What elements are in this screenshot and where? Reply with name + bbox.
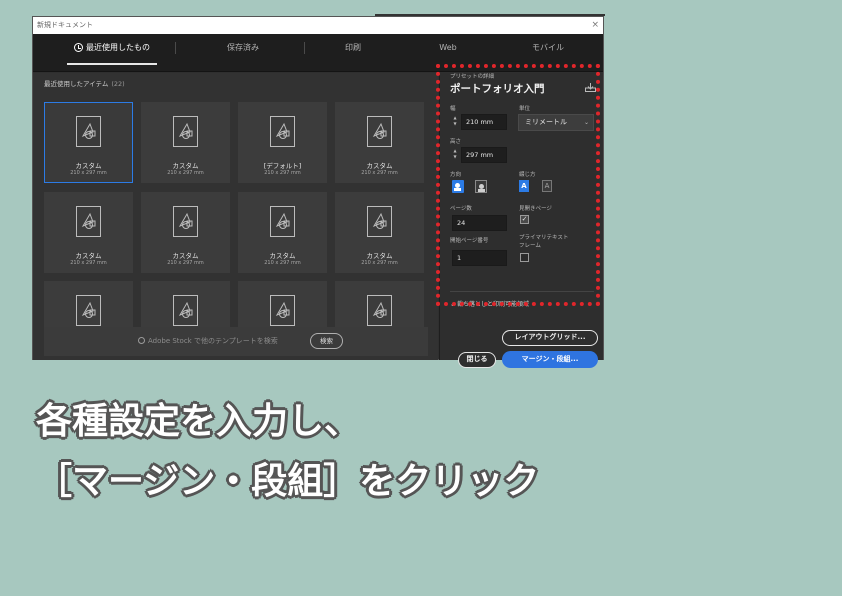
caption-line-2: ［マージン・段組］をクリック <box>36 461 540 502</box>
title-bar: 新規ドキュメント × <box>33 17 603 34</box>
preset-card[interactable] <box>141 281 230 331</box>
tab-recent[interactable]: 最近使用したもの <box>67 34 157 72</box>
preset-card-name: カスタム <box>366 252 393 260</box>
tab-divider <box>304 42 305 54</box>
window-title: 新規ドキュメント <box>37 21 93 29</box>
preset-card[interactable] <box>238 281 327 331</box>
preset-card[interactable]: カスタム 210 x 297 mm <box>44 192 133 273</box>
preset-card[interactable]: カスタム 210 x 297 mm <box>141 192 230 273</box>
search-button[interactable]: 検索 <box>310 333 343 349</box>
recent-heading-text: 最近使用したアイテム <box>44 80 109 88</box>
recent-count: (22) <box>111 80 125 88</box>
preset-card-name: [デフォルト] <box>263 162 302 170</box>
preset-card-size: 210 x 297 mm <box>361 260 398 266</box>
document-icon <box>173 295 198 326</box>
preset-card[interactable] <box>44 281 133 331</box>
caption-line-1: 各種設定を入力し、 <box>36 401 361 442</box>
preset-card[interactable]: カスタム 210 x 297 mm <box>141 102 230 183</box>
preset-card-size: 210 x 297 mm <box>361 170 398 176</box>
preset-card[interactable]: カスタム 210 x 297 mm <box>44 102 133 183</box>
document-icon <box>367 116 392 147</box>
preset-card-name: カスタム <box>366 162 393 170</box>
stock-search-bar: Adobe Stock で他のテンプレートを検索 検索 <box>44 327 428 356</box>
document-icon <box>367 206 392 237</box>
document-icon <box>76 116 101 147</box>
document-icon <box>270 206 295 237</box>
preset-card-name: カスタム <box>75 252 102 260</box>
layout-grid-button[interactable]: レイアウトグリッド... <box>502 330 598 346</box>
close-button[interactable]: 閉じる <box>458 352 496 368</box>
document-icon <box>173 116 198 147</box>
clock-icon <box>74 43 83 52</box>
document-icon <box>76 295 101 326</box>
preset-card-size: 210 x 297 mm <box>70 170 107 176</box>
preset-card-name: カスタム <box>269 252 296 260</box>
new-document-dialog: 新規ドキュメント × 最近使用したもの 保存済み 印刷 Web モバイル 最近使… <box>32 16 604 368</box>
tab-recent-label: 最近使用したもの <box>86 43 150 52</box>
search-text-label: Adobe Stock で他のテンプレートを検索 <box>148 337 278 345</box>
preset-card-name: カスタム <box>75 162 102 170</box>
document-icon <box>367 295 392 326</box>
preset-card-size: 210 x 297 mm <box>264 170 301 176</box>
preset-card[interactable] <box>335 281 424 331</box>
preset-card[interactable]: [デフォルト] 210 x 297 mm <box>238 102 327 183</box>
recent-items-heading: 最近使用したアイテム (22) <box>44 78 125 88</box>
preset-card[interactable]: カスタム 210 x 297 mm <box>335 102 424 183</box>
preset-card-size: 210 x 297 mm <box>70 260 107 266</box>
preset-card[interactable]: カスタム 210 x 297 mm <box>335 192 424 273</box>
tab-saved[interactable]: 保存済み <box>203 34 283 72</box>
tab-divider <box>175 42 176 54</box>
preset-card-size: 210 x 297 mm <box>264 260 301 266</box>
search-icon <box>138 337 145 344</box>
stock-search-text[interactable]: Adobe Stock で他のテンプレートを検索 <box>138 336 278 346</box>
recent-items-pane: 最近使用したアイテム (22) カスタム 210 x 297 mm カスタム 210 x… <box>33 73 438 360</box>
document-icon <box>270 116 295 147</box>
highlight-frame <box>436 64 600 306</box>
preset-card-size: 210 x 297 mm <box>167 170 204 176</box>
preset-card-name: カスタム <box>172 252 199 260</box>
preset-card[interactable]: カスタム 210 x 297 mm <box>238 192 327 273</box>
close-icon[interactable]: × <box>591 17 599 34</box>
document-icon <box>173 206 198 237</box>
preset-card-name: カスタム <box>172 162 199 170</box>
document-icon <box>270 295 295 326</box>
tab-print[interactable]: 印刷 <box>318 34 388 72</box>
document-icon <box>76 206 101 237</box>
margins-columns-button[interactable]: マージン・段組... <box>502 351 598 368</box>
preset-card-size: 210 x 297 mm <box>167 260 204 266</box>
